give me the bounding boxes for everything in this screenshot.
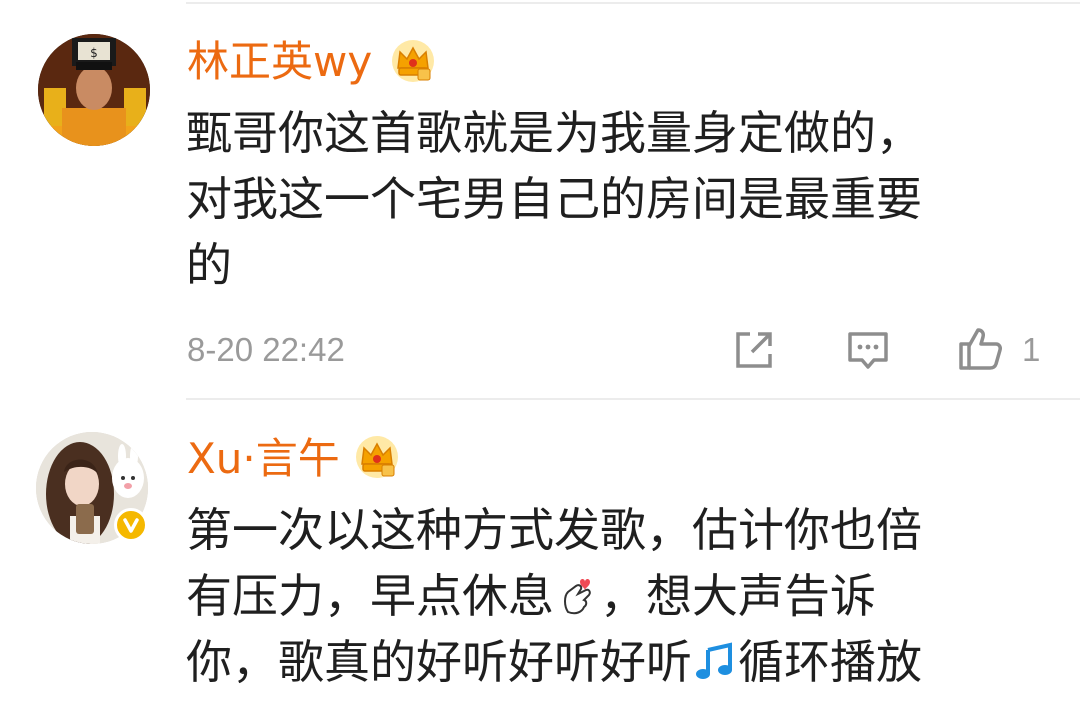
like-count: 1: [1022, 331, 1041, 368]
comment-text-line: 你，歌真的好听好听好听 循环播放: [186, 629, 1046, 695]
finger-heart-emoji: [564, 579, 591, 615]
comment-text-line: 有压力，早点休息 ，想大声告诉: [186, 563, 1046, 629]
comment-icon[interactable]: [844, 326, 892, 374]
comment-text-line: 甄哥你这首歌就是为我量身定做的，: [186, 106, 922, 160]
username[interactable]: Xu·言午: [187, 433, 340, 485]
divider: [186, 398, 1080, 400]
text-segment: 第一次以这种方式发歌，估计你也倍: [186, 503, 922, 557]
avatar[interactable]: $: [38, 34, 150, 146]
comment-text-line: 的: [186, 238, 232, 292]
verified-v-icon: [114, 508, 148, 542]
comment-text-line: 对我这一个宅男自己的房间是最重要: [186, 172, 922, 226]
comment-text-line: 第一次以这种方式发歌，估计你也倍: [186, 497, 1046, 563]
text-segment: ，想大声告诉: [600, 569, 876, 623]
crown-vip-icon: [392, 40, 434, 82]
text-segment: 有压力，早点休息: [186, 569, 554, 623]
username[interactable]: 林正英wy: [187, 36, 372, 88]
like-icon[interactable]: [956, 324, 1006, 374]
comment-text: 甄哥你这首歌就是为我量身定做的， 对我这一个宅男自己的房间是最重要 的: [186, 100, 1046, 298]
divider: [186, 2, 1080, 4]
text-segment: 循环播放: [738, 635, 922, 689]
comment-text: 第一次以这种方式发歌，估计你也倍 有压力，早点休息 ，想大声告诉 你，歌真的好听…: [186, 497, 1046, 695]
crown-vip-icon: [356, 436, 398, 478]
music-note-emoji: [696, 642, 732, 679]
share-icon[interactable]: [730, 326, 778, 374]
timestamp: 8-20 22:42: [187, 331, 345, 368]
svg-text:$: $: [90, 46, 98, 60]
text-segment: 你，歌真的好听好听好听: [186, 635, 692, 689]
